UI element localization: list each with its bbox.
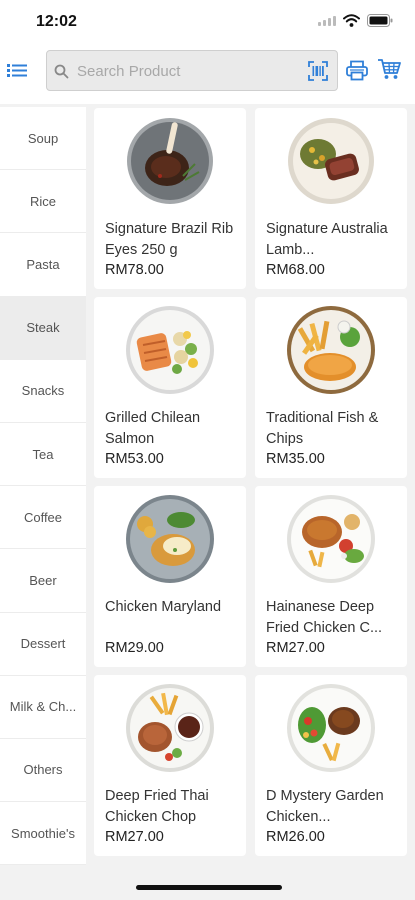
product-card[interactable]: D Mystery Garden Chicken... RM26.00: [255, 675, 407, 856]
category-tea[interactable]: Tea: [0, 422, 86, 487]
search-icon: [54, 64, 69, 79]
garden-chicken-image: [287, 684, 375, 772]
product-card[interactable]: Signature Australia Lamb... RM68.00: [255, 108, 407, 289]
product-name: Signature Australia Lamb...: [266, 221, 388, 258]
status-icons: [318, 14, 393, 27]
lamb-steak-image: [288, 118, 374, 204]
hainanese-chicken-image: [287, 495, 375, 583]
chicken-maryland-image: [126, 495, 214, 583]
home-indicator[interactable]: [136, 885, 282, 890]
thai-chicken-chop-image: [126, 684, 214, 772]
product-name: Hainanese Deep Fried Chicken C...: [266, 599, 383, 636]
product-name: Deep Fried Thai Chicken Chop: [105, 788, 209, 825]
battery-icon: [367, 14, 393, 27]
product-grid: Signature Brazil Rib Eyes 250 g RM78.00 …: [94, 108, 409, 856]
shopping-cart-icon: [378, 59, 401, 79]
product-card[interactable]: Chicken Maryland RM29.00: [94, 486, 246, 667]
list-menu-icon: [7, 64, 27, 77]
product-card[interactable]: Deep Fried Thai Chicken Chop RM27.00: [94, 675, 246, 856]
printer-icon: [346, 60, 368, 81]
salmon-image: [126, 306, 214, 394]
product-card[interactable]: Grilled Chilean Salmon RM53.00: [94, 297, 246, 478]
category-rice[interactable]: Rice: [0, 170, 86, 234]
category-pasta[interactable]: Pasta: [0, 233, 86, 297]
product-name: Signature Brazil Rib Eyes 250 g: [105, 221, 234, 258]
cart-button[interactable]: [377, 58, 401, 85]
category-soup[interactable]: Soup: [0, 107, 86, 171]
category-milk[interactable]: Milk & Ch...: [0, 675, 86, 739]
product-card[interactable]: Hainanese Deep Fried Chicken C... RM27.0…: [255, 486, 407, 667]
product-price: RM29.00: [105, 640, 164, 656]
wifi-icon: [343, 14, 360, 27]
product-price: RM26.00: [266, 829, 325, 845]
barcode-scan-icon[interactable]: [308, 61, 328, 81]
product-card[interactable]: Traditional Fish & Chips RM35.00: [255, 297, 407, 478]
signal-icon: [318, 15, 336, 26]
fish-and-chips-image: [287, 306, 375, 394]
product-price: RM27.00: [266, 640, 325, 656]
menu-button[interactable]: [6, 59, 28, 81]
product-price: RM35.00: [266, 451, 325, 467]
category-coffee[interactable]: Coffee: [0, 486, 86, 550]
product-card[interactable]: Signature Brazil Rib Eyes 250 g RM78.00: [94, 108, 246, 289]
category-dessert[interactable]: Dessert: [0, 612, 86, 676]
search-input[interactable]: Search Product: [46, 50, 338, 91]
product-price: RM27.00: [105, 829, 164, 845]
product-name: Chicken Maryland: [105, 599, 222, 615]
top-bar: Search Product: [0, 44, 415, 104]
product-price: RM78.00: [105, 262, 164, 278]
category-smoothies[interactable]: Smoothie's: [0, 802, 86, 866]
product-name: Traditional Fish & Chips: [266, 410, 379, 447]
category-sidebar: Soup Rice Pasta Steak Snacks Tea Coffee …: [0, 107, 86, 866]
print-button[interactable]: [346, 60, 368, 86]
search-placeholder: Search Product: [77, 63, 181, 80]
status-bar: 12:02: [0, 0, 415, 44]
tomahawk-steak-image: [127, 118, 213, 204]
category-others[interactable]: Others: [0, 738, 86, 803]
product-price: RM68.00: [266, 262, 325, 278]
product-name: D Mystery Garden Chicken...: [266, 788, 384, 825]
product-name: Grilled Chilean Salmon: [105, 410, 201, 447]
product-price: RM53.00: [105, 451, 164, 467]
category-steak[interactable]: Steak: [0, 296, 86, 360]
category-snacks[interactable]: Snacks: [0, 359, 86, 423]
status-time: 12:02: [36, 13, 77, 30]
category-beer[interactable]: Beer: [0, 549, 86, 613]
